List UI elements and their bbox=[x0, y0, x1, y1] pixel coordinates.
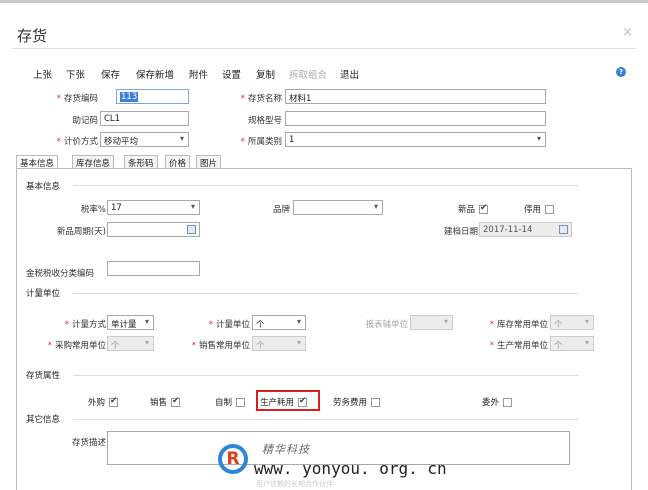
created-date-label: 建档日期 bbox=[443, 227, 478, 237]
labor-cost-checkbox[interactable] bbox=[371, 398, 381, 407]
watermark-company: 精华科技 bbox=[262, 443, 310, 456]
help-icon[interactable]: ? bbox=[616, 67, 626, 77]
watermark-url: www. yonyou. org. cn bbox=[254, 459, 447, 478]
exit-button[interactable]: 退出 bbox=[340, 67, 359, 81]
tab-stock-info[interactable]: 库存信息 bbox=[72, 155, 115, 169]
outsource-checkbox[interactable] bbox=[503, 398, 513, 407]
stock-unit-select[interactable]: 个 bbox=[550, 315, 594, 330]
name-label: 存货名称 bbox=[247, 94, 282, 104]
tab-image[interactable]: 图片 bbox=[196, 155, 222, 169]
category-label: 所属类别 bbox=[247, 137, 282, 147]
disabled-checkbox[interactable] bbox=[545, 205, 555, 214]
copy-button[interactable]: 复制 bbox=[256, 67, 275, 81]
pricing-select[interactable]: 移动平均 bbox=[100, 132, 189, 147]
unit-label: 计量单位 bbox=[215, 320, 250, 330]
code-input[interactable]: 113 bbox=[116, 89, 189, 104]
self-made-label: 自制 bbox=[215, 398, 233, 408]
tax-code-label: 金税税收分类编码 bbox=[26, 269, 95, 279]
tax-select[interactable]: 17 bbox=[107, 200, 200, 215]
brand-select[interactable] bbox=[293, 200, 383, 215]
mnemonic-label: 助记码 bbox=[72, 116, 98, 126]
dialog-title: 存货 bbox=[17, 27, 48, 45]
tab-basic-info[interactable]: 基本信息 bbox=[16, 155, 59, 169]
unit-select[interactable]: 个 bbox=[252, 315, 306, 330]
spec-input[interactable] bbox=[285, 111, 546, 126]
purchase-unit-label: 采购常用单位 bbox=[54, 341, 106, 351]
new-period-input[interactable] bbox=[107, 222, 200, 237]
stock-unit-label: 库存常用单位 bbox=[496, 320, 548, 330]
sale-checkbox[interactable] bbox=[171, 396, 181, 407]
aux-unit-select bbox=[410, 315, 453, 330]
settings-button[interactable]: 设置 bbox=[222, 67, 241, 81]
new-period-label: 新品周期(天) bbox=[56, 227, 106, 237]
split-combine-button[interactable]: 拆取组合 bbox=[289, 67, 327, 81]
unit-method-select[interactable]: 单计量 bbox=[107, 315, 154, 330]
prev-button[interactable]: 上张 bbox=[33, 67, 52, 81]
production-unit-label: 生产常用单位 bbox=[496, 341, 548, 351]
sale-label: 销售 bbox=[150, 398, 168, 408]
attachment-button[interactable]: 附件 bbox=[189, 67, 208, 81]
section-attributes: 存货属性 bbox=[26, 371, 61, 381]
section-basic-info: 基本信息 bbox=[26, 182, 61, 192]
tab-price[interactable]: 价格 bbox=[165, 155, 191, 169]
code-label: 存货编码 bbox=[63, 94, 98, 104]
title-divider bbox=[12, 48, 636, 49]
description-label: 存货描述 bbox=[71, 438, 106, 448]
labor-cost-label: 劳务费用 bbox=[333, 398, 368, 408]
new-label: 新品 bbox=[458, 205, 476, 215]
disabled-label: 停用 bbox=[524, 205, 542, 215]
unit-method-label: 计量方式 bbox=[71, 320, 106, 330]
pricing-label: 计价方式 bbox=[63, 137, 98, 147]
sales-unit-select[interactable]: 个 bbox=[252, 336, 306, 351]
next-button[interactable]: 下张 bbox=[66, 67, 85, 81]
purchased-label: 外购 bbox=[88, 398, 106, 408]
watermark-logo-icon: R bbox=[218, 444, 248, 474]
section-units: 计量单位 bbox=[26, 289, 61, 299]
tax-code-input[interactable] bbox=[107, 261, 200, 276]
tax-label: 税率% bbox=[80, 205, 106, 215]
watermark-slogan: 用户信赖的长期合作伙伴 bbox=[256, 480, 333, 488]
production-unit-select[interactable]: 个 bbox=[550, 336, 594, 351]
section-other: 其它信息 bbox=[26, 415, 61, 425]
purchase-unit-select[interactable]: 个 bbox=[107, 336, 154, 351]
tab-barcode[interactable]: 条形码 bbox=[124, 155, 158, 169]
outsource-label: 委外 bbox=[482, 398, 500, 408]
close-icon[interactable]: × bbox=[622, 25, 633, 40]
save-new-button[interactable]: 保存新增 bbox=[136, 67, 174, 81]
brand-label: 品牌 bbox=[272, 205, 290, 215]
spec-label: 规格型号 bbox=[247, 116, 282, 126]
highlight-box bbox=[256, 390, 320, 411]
purchased-checkbox[interactable] bbox=[109, 396, 119, 407]
calendar-icon bbox=[559, 225, 568, 234]
category-select[interactable]: 1 bbox=[285, 132, 546, 147]
self-made-checkbox[interactable] bbox=[236, 398, 246, 407]
sales-unit-label: 销售常用单位 bbox=[198, 341, 250, 351]
inventory-dialog: 存货 × 上张 下张 保存 保存新增 附件 设置 复制 拆取组合 退出 ? * 存… bbox=[0, 0, 648, 490]
name-input[interactable]: 材料1 bbox=[285, 89, 546, 104]
new-checkbox[interactable] bbox=[479, 203, 489, 214]
mnemonic-input[interactable]: CL1 bbox=[100, 111, 189, 126]
aux-unit-label: 报表辅单位 bbox=[365, 320, 408, 330]
created-date-input: 2017-11-14 bbox=[479, 222, 572, 237]
save-button[interactable]: 保存 bbox=[101, 67, 120, 81]
calendar-icon[interactable] bbox=[187, 225, 196, 234]
